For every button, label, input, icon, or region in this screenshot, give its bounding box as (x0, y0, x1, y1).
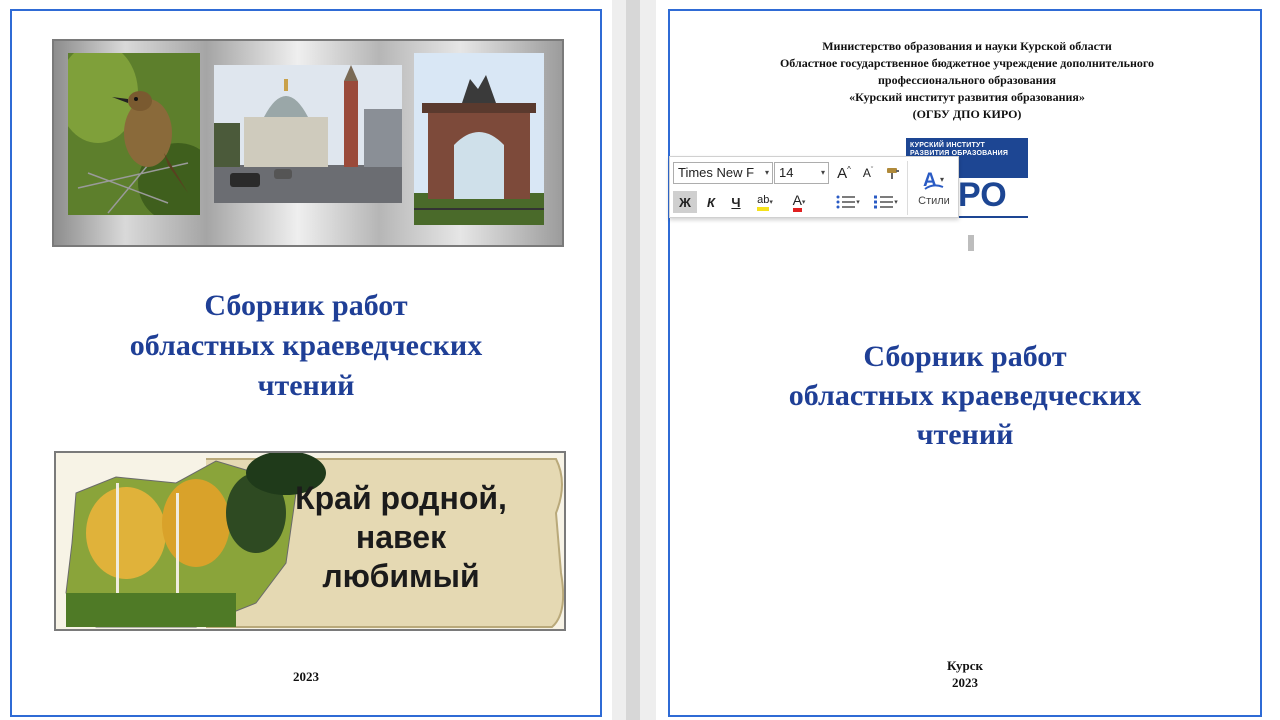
font-size-value: 14 (779, 165, 794, 180)
font-color-button[interactable]: A ▾ (784, 191, 814, 213)
styles-button[interactable]: A ▾ Стили (912, 162, 956, 214)
svg-text:▾: ▾ (940, 175, 944, 184)
motto-line: Край родной, (295, 480, 507, 516)
bird-photo (68, 53, 200, 215)
underline-button[interactable]: Ч (725, 191, 747, 213)
title-line: Сборник работ (863, 340, 1067, 373)
cover-year: 2023 (293, 669, 319, 684)
title-line: чтений (916, 418, 1014, 451)
bullets-button[interactable]: ▾ (830, 191, 866, 213)
logo-letters-box: РО (948, 176, 1028, 216)
title-page: Министерство образования и науки Курской… (668, 9, 1262, 717)
styles-icon: A ▾ (923, 170, 944, 191)
city-year: Курск 2023 (670, 657, 1260, 691)
cover-title-line: областных краеведческих (129, 329, 483, 362)
page-gap-line (626, 0, 640, 720)
format-painter-icon (887, 168, 899, 179)
font-name-select[interactable]: Times New F ▾ (673, 162, 773, 184)
city: Курск (946, 658, 984, 673)
chevron-down-icon: ▾ (801, 199, 806, 206)
font-size-select[interactable]: 14 ▾ (774, 162, 829, 184)
institution-header: Министерство образования и науки Курской… (690, 38, 1244, 123)
header-line: Министерство образования и науки Курской… (822, 39, 1112, 53)
cover-title-line: чтений (257, 369, 355, 402)
chevron-down-icon: ▾ (764, 168, 769, 177)
header-line: (ОГБУ ДПО КИРО) (912, 107, 1022, 121)
cover-page: Сборник работ областных краеведческих чт… (10, 9, 602, 717)
grow-font-icon: A (837, 164, 848, 182)
bold-button[interactable]: Ж (673, 191, 697, 213)
motto-line: навек (355, 519, 447, 555)
cover-title: Сборник работ областных краеведческих чт… (12, 286, 600, 406)
motto-line: любимый (322, 558, 480, 594)
chevron-down-icon: ▾ (894, 199, 898, 206)
logo-line: КУРСКИЙ ИНСТИТУТ (910, 142, 986, 149)
cover-title-line: Сборник работ (204, 289, 408, 322)
highlight-button[interactable]: ab ▾ (750, 191, 780, 213)
text-cursor (968, 235, 974, 251)
numbering-button[interactable]: ▾ (868, 191, 904, 213)
font-color-icon: A (792, 192, 802, 212)
chevron-down-icon: ▾ (769, 199, 773, 206)
toolbar-separator (907, 161, 908, 215)
numbering-icon (874, 195, 894, 209)
font-name-value: Times New F (678, 165, 755, 180)
chevron-down-icon: ▾ (820, 168, 825, 177)
title-page-year: 2023 (952, 675, 978, 690)
arch-photo (414, 53, 544, 225)
shrink-font-icon: A (862, 166, 871, 180)
photo-collage (52, 39, 564, 247)
chevron-down-icon: ▾ (856, 199, 860, 206)
italic-button[interactable]: К (700, 191, 722, 213)
cathedral-photo (214, 65, 402, 203)
title-page-title: Сборник работ областных краеведческих чт… (670, 337, 1260, 454)
motto-text: Край родной, навек любимый (246, 479, 556, 596)
bullets-icon (836, 195, 856, 209)
styles-label: Стили (918, 195, 950, 207)
motto-banner: Край родной, навек любимый (54, 451, 566, 631)
grow-font-button[interactable]: A ^ (833, 162, 855, 184)
header-line: Областное государственное бюджетное учре… (779, 56, 1155, 70)
format-painter-button[interactable] (882, 162, 904, 184)
header-line: «Курский институт развития образования» (849, 90, 1085, 104)
title-line: областных краеведческих (788, 379, 1142, 412)
logo-letters: РО (958, 176, 1007, 214)
highlight-icon: ab (757, 193, 770, 211)
header-line: профессионального образования (877, 73, 1057, 87)
mini-toolbar: Times New F ▾ 14 ▾ A ^ Aˇ Ж К Ч ab ▾ A ▾ … (669, 156, 959, 218)
shrink-font-button[interactable]: Aˇ (857, 162, 879, 184)
